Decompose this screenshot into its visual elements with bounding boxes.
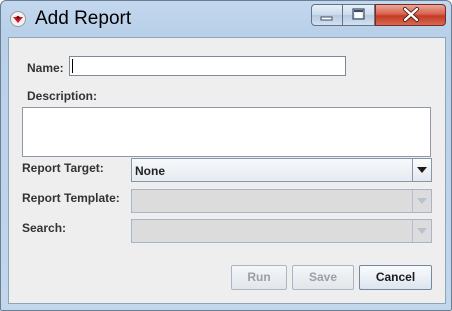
cancel-button[interactable]: Cancel [359,265,432,290]
description-label: Description: [27,89,98,103]
save-button[interactable]: Save [292,265,354,290]
report-target-dropdown[interactable]: None [131,158,432,182]
add-report-dialog: Add Report Name: Description: Report Tar… [0,0,452,311]
title-bar[interactable]: Add Report [1,1,451,37]
search-label: Search: [22,221,67,235]
chevron-down-icon [417,198,427,204]
dialog-content: Name: Description: Report Target: None R… [8,37,446,304]
search-dropdown-arrow [412,220,431,242]
run-button[interactable]: Run [231,265,287,290]
report-target-value: None [135,164,165,178]
name-field[interactable] [69,56,346,76]
name-label: Name: [27,61,64,75]
text-caret [72,59,73,73]
report-template-dropdown [131,189,432,213]
app-logo-icon [10,11,26,27]
maximize-icon [352,8,365,20]
search-dropdown [131,219,432,243]
close-button[interactable] [375,4,446,26]
report-template-dropdown-arrow [412,190,431,212]
report-template-label: Report Template: [22,191,120,205]
minimize-icon [320,16,333,21]
window-title: Add Report [35,8,132,29]
close-icon [403,7,419,22]
minimize-button[interactable] [311,4,343,26]
report-target-label: Report Target: [22,161,104,175]
report-target-dropdown-arrow[interactable] [412,159,431,181]
maximize-button[interactable] [343,4,375,26]
description-field[interactable] [22,107,431,157]
chevron-down-icon [417,167,427,173]
chevron-down-icon [417,228,427,234]
